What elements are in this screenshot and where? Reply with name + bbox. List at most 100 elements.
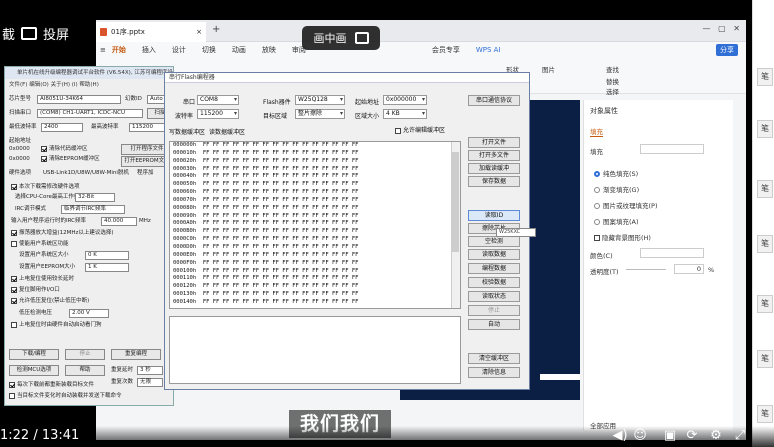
read-buffer-tab[interactable]: 读数据缓冲区 <box>209 127 245 136</box>
clear-code-checkbox[interactable]: 清除代码缓冲区 <box>41 145 88 154</box>
cpu-core-select[interactable]: 32-Bit <box>75 193 115 202</box>
enable-sys-checkbox[interactable]: 使能用户系统区功能 <box>11 240 69 249</box>
hex-row-data[interactable]: FF FF FF FF FF FF FF FF FF FF FF FF FF F… <box>203 166 359 172</box>
hex-scrollbar[interactable] <box>451 142 460 308</box>
hex-row-data[interactable]: FF FF FF FF FF FF FF FF FF FF FF FF FF F… <box>203 150 359 156</box>
hex-row-data[interactable]: FF FF FF FF FF FF FF FF FF FF FF FF FF F… <box>203 268 359 274</box>
fill-option-pattern[interactable]: 图案填充(A) <box>594 216 639 226</box>
ribbon-tab-home[interactable]: 开始 <box>112 45 126 55</box>
hex-row-data[interactable]: FF FF FF FF FF FF FF FF FF FF FF FF FF F… <box>203 252 359 258</box>
tab-hw-options[interactable]: 硬件选项 <box>9 169 31 178</box>
read-id-button[interactable]: 读取ID <box>468 210 520 221</box>
comm-protocol-button[interactable]: 串口通信协议 <box>468 95 520 106</box>
verify-data-button[interactable]: 校验数据 <box>468 277 520 288</box>
transparency-slider[interactable] <box>626 269 666 270</box>
thumb-5[interactable]: 笔 <box>757 295 773 313</box>
select-tool[interactable]: 选择 <box>606 86 619 96</box>
target-area-select[interactable]: 整片擦除 <box>295 109 345 119</box>
hex-row-data[interactable]: FF FF FF FF FF FF FF FF FF FF FF FF FF F… <box>203 244 359 250</box>
reset-io-checkbox[interactable]: 复位脚用作I/O口 <box>11 286 60 295</box>
sys-size-select[interactable]: 0 K <box>85 251 129 260</box>
addr2[interactable]: 0x0000 <box>9 155 30 164</box>
hex-row-data[interactable]: FF FF FF FF FF FF FF FF FF FF FF FF FF F… <box>203 197 359 203</box>
info-log-box[interactable] <box>169 316 461 384</box>
clear-eeprom-checkbox[interactable]: 清除EEPROM缓冲区 <box>41 155 100 164</box>
fill-select[interactable] <box>640 144 704 154</box>
area-size-select[interactable]: 4 KB <box>383 109 427 119</box>
scan-port-label[interactable]: 扫描串口 <box>9 109 31 118</box>
minimize-icon[interactable]: — <box>702 24 710 33</box>
baud-select[interactable]: 115200 <box>197 109 239 119</box>
help-button[interactable]: 帮助 <box>65 365 105 376</box>
auto-send-checkbox[interactable]: 当目标文件变化时自动装载并发送下载命令 <box>9 392 122 401</box>
lvd-reset-checkbox[interactable]: 允许低压复位(禁止低压中断) <box>11 297 89 306</box>
clear-buffer-button[interactable]: 清空缓冲区 <box>468 353 520 364</box>
repeat-program-button[interactable]: 重复编程 <box>111 349 161 360</box>
hex-row-data[interactable]: FF FF FF FF FF FF FF FF FF FF FF FF FF F… <box>203 275 359 281</box>
fullscreen-icon[interactable]: ⤢ <box>732 428 748 444</box>
check-mcu-button[interactable]: 检测MCU选项 <box>9 365 59 376</box>
program-data-button[interactable]: 编程数据 <box>468 263 520 274</box>
volume-icon[interactable]: ◀) <box>612 428 628 444</box>
hex-row-data[interactable]: FF FF FF FF FF FF FF FF FF FF FF FF FF F… <box>203 260 359 266</box>
find-tool[interactable]: 查找 <box>606 64 619 74</box>
hex-row-data[interactable]: FF FF FF FF FF FF FF FF FF FF FF FF FF F… <box>203 213 359 219</box>
addr1[interactable]: 0x0000 <box>9 145 30 154</box>
thumb-6[interactable]: 笔 <box>757 350 773 368</box>
tab-prog-enc[interactable]: 程序加 <box>137 169 154 178</box>
hide-background-checkbox[interactable]: 隐藏背景图形(H) <box>594 232 651 242</box>
hex-row-data[interactable]: FF FF FF FF FF FF FF FF FF FF FF FF FF F… <box>203 299 359 305</box>
ribbon-tab-slideshow[interactable]: 放映 <box>262 45 276 55</box>
maximize-icon[interactable]: ▢ <box>718 24 726 33</box>
top-left-text[interactable]: 截 <box>2 24 15 43</box>
hex-row-data[interactable]: FF FF FF FF FF FF FF FF FF FF FF FF FF F… <box>203 220 359 226</box>
isp-menu[interactable]: 文件(F) 编辑(O) 关于(H) (I) 帮助(H) <box>9 81 99 90</box>
read-data-button[interactable]: 读取数据 <box>468 249 520 260</box>
hex-row-data[interactable]: FF FF FF FF FF FF FF FF FF FF FF FF FF F… <box>203 158 359 164</box>
allow-edit-checkbox[interactable]: 允许编辑缓冲区 <box>395 125 445 134</box>
hex-row-data[interactable]: FF FF FF FF FF FF FF FF FF FF FF FF FF F… <box>203 283 359 289</box>
watchdog-checkbox[interactable]: 上电复位时由硬件自动启动看门狗 <box>11 321 102 330</box>
color-select[interactable] <box>640 248 704 258</box>
cast-label[interactable]: 投屏 <box>43 24 69 43</box>
pip-button[interactable]: 画中画 <box>302 26 380 50</box>
danmaku-icon[interactable]: ▣ <box>662 428 678 444</box>
ribbon-tab-animation[interactable]: 动画 <box>232 45 246 55</box>
hex-row-data[interactable]: FF FF FF FF FF FF FF FF FF FF FF FF FF F… <box>203 291 359 297</box>
close-icon[interactable]: × <box>196 28 202 36</box>
auto-button[interactable]: 自动 <box>468 319 520 330</box>
replace-tool[interactable]: 替换 <box>606 76 619 86</box>
save-data-button[interactable]: 保存数据 <box>468 176 520 187</box>
hex-buffer-view[interactable]: 000000h FF FF FF FF FF FF FF FF FF FF FF… <box>169 141 461 309</box>
stop-button[interactable]: 停止 <box>468 305 520 316</box>
thumb-7[interactable]: 笔 <box>757 405 773 423</box>
ribbon-tab-design[interactable]: 设计 <box>172 45 186 55</box>
fill-option-gradient[interactable]: 渐变填充(G) <box>594 184 639 194</box>
hex-row-data[interactable]: FF FF FF FF FF FF FF FF FF FF FF FF FF F… <box>203 173 359 179</box>
port-select[interactable]: COM8 <box>197 95 239 105</box>
hex-row-data[interactable]: FF FF FF FF FF FF FF FF FF FF FF FF FF F… <box>203 236 359 242</box>
picture-tool[interactable]: 图片 <box>542 64 555 74</box>
thumb-4[interactable]: 笔 <box>757 235 773 253</box>
min-baud-select[interactable]: 2400 <box>41 123 83 132</box>
wps-ai-button[interactable]: WPS AI <box>476 46 501 54</box>
port-select[interactable]: (COM8) CH1-UART1, ICDC-NCU <box>37 109 143 118</box>
irc-adj-select[interactable]: 临界调节IRC频率 <box>61 205 125 214</box>
menu-icon[interactable]: ≡ <box>100 46 106 54</box>
thumb-3[interactable]: 笔 <box>757 180 773 198</box>
lvd-select[interactable]: 2.00 V <box>69 309 109 318</box>
close-window-icon[interactable]: ✕ <box>733 24 740 33</box>
new-tab-icon[interactable]: + <box>212 24 220 35</box>
share-button[interactable]: 分享 <box>716 44 738 56</box>
start-address-field[interactable]: 0x000000 <box>383 95 427 105</box>
hex-row-data[interactable]: FF FF FF FF FF FF FF FF FF FF FF FF FF F… <box>203 228 359 234</box>
panel-tab-fill[interactable]: 填充 <box>590 126 603 137</box>
thumb-1[interactable]: 笔 <box>757 68 773 86</box>
ribbon-member[interactable]: 会员专享 <box>432 45 460 55</box>
tab-usb-link[interactable]: USB-Link1D/U8W/U8W-Mini脱机 <box>43 169 129 178</box>
modify-hw-checkbox[interactable]: 本次下载需修改硬件选项 <box>11 183 80 192</box>
write-buffer-tab[interactable]: 写数据缓冲区 <box>169 127 205 136</box>
repeat-delay-select[interactable]: 3 秒 <box>137 366 163 375</box>
clear-info-button[interactable]: 清除信息 <box>468 367 520 378</box>
open-file-button[interactable]: 打开文件 <box>468 137 520 148</box>
